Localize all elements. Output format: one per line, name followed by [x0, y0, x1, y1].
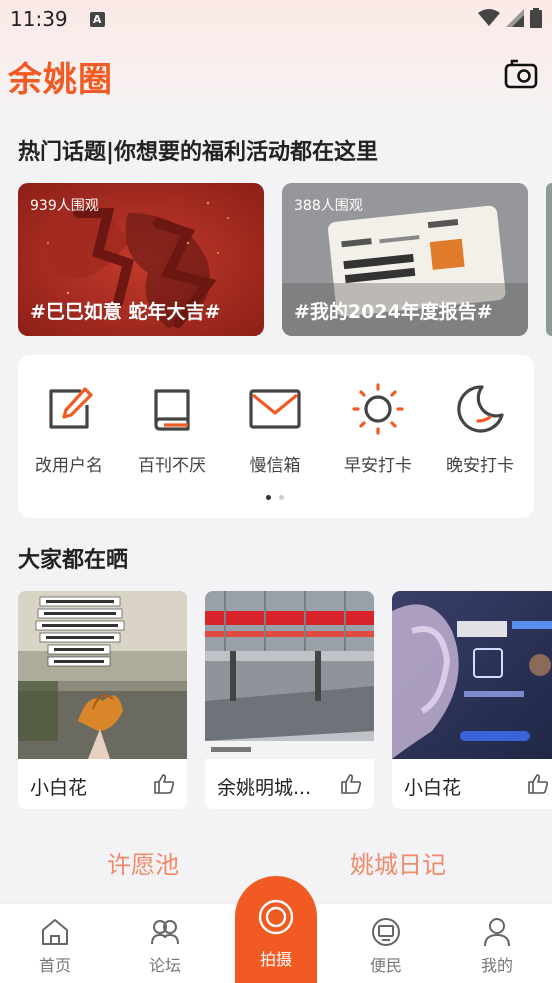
nav-services[interactable]: 便民 [346, 916, 426, 976]
quick-action-night-checkin[interactable]: 晚安打卡 [432, 381, 528, 476]
mail-icon [249, 389, 301, 429]
topic-views: 939人围观 [30, 198, 99, 214]
page-dot [279, 495, 284, 500]
share-card[interactable]: 余姚明城... [205, 591, 374, 809]
page-dot-active [266, 495, 271, 500]
share-author: 小白花 [404, 777, 462, 799]
thumbs-up-icon[interactable] [340, 773, 362, 795]
camera-shutter-icon [258, 899, 294, 935]
quick-action-label: 晚安打卡 [446, 456, 514, 476]
topics-title: 热门话题|你想要的福利活动都在这里 [18, 140, 379, 165]
nav-label: 我的 [480, 956, 513, 975]
wish-pool-heading[interactable]: 许愿池 [107, 845, 179, 880]
quick-actions-panel: 改用户名 百刊不厌 慢信箱 早安打卡 晚安打卡 [18, 355, 534, 518]
topic-card-peek[interactable] [546, 183, 552, 336]
topic-views: 388人围观 [294, 198, 363, 214]
share-author: 余姚明城... [217, 777, 312, 799]
app-title: 余姚圈 [8, 60, 113, 100]
topic-card[interactable]: 939人围观 #巳巳如意 蛇年大吉# [18, 183, 264, 336]
page-indicator [266, 495, 284, 500]
nav-home[interactable]: 首页 [15, 916, 95, 976]
thumbs-up-icon[interactable] [153, 773, 175, 795]
home-icon [42, 919, 68, 945]
quick-action-label: 改用户名 [35, 456, 103, 476]
share-image [18, 591, 187, 759]
topic-label: #我的2024年度报告# [294, 301, 493, 323]
status-bar: 11:39 A [0, 0, 552, 38]
signal-icon [506, 9, 524, 27]
wifi-icon [478, 9, 500, 26]
city-diary-heading[interactable]: 姚城日记 [350, 845, 446, 880]
camera-icon[interactable] [504, 58, 538, 90]
quick-action-label: 百刊不厌 [138, 456, 206, 476]
quick-action-label: 早安打卡 [344, 456, 412, 476]
nav-label: 便民 [369, 956, 402, 975]
quick-action-label: 慢信箱 [249, 456, 301, 476]
monitor-icon [372, 918, 400, 946]
moon-icon [457, 385, 504, 433]
nav-label: 论坛 [148, 956, 181, 975]
status-time: 11:39 [10, 7, 68, 31]
shoot-label: 拍摄 [259, 950, 292, 969]
shares-title: 大家都在晒 [18, 548, 129, 573]
forum-icon [151, 920, 179, 945]
user-icon [484, 918, 510, 947]
share-image [205, 591, 374, 759]
nav-forum[interactable]: 论坛 [125, 916, 205, 976]
notification-icon: A [89, 11, 105, 27]
sun-icon [352, 383, 404, 435]
share-card[interactable]: 小白花 [18, 591, 187, 809]
share-image [392, 591, 552, 759]
topic-label: #巳巳如意 蛇年大吉# [30, 301, 221, 323]
share-author: 小白花 [30, 777, 88, 799]
shoot-button[interactable]: 拍摄 [235, 876, 317, 983]
status-indicators [478, 8, 542, 28]
book-icon [154, 389, 190, 431]
quick-action-rename[interactable]: 改用户名 [21, 381, 117, 476]
thumbs-up-icon[interactable] [527, 773, 549, 795]
topic-card[interactable]: 388人围观 #我的2024年度报告# [282, 183, 528, 336]
nav-label: 首页 [38, 956, 71, 975]
edit-icon [49, 387, 93, 429]
battery-icon [530, 8, 542, 28]
nav-mine[interactable]: 我的 [457, 916, 537, 976]
quick-action-morning-checkin[interactable]: 早安打卡 [330, 381, 426, 476]
app-header: 余姚圈 [0, 50, 552, 100]
share-card[interactable]: 小白花 [392, 591, 552, 809]
quick-action-magazine[interactable]: 百刊不厌 [124, 381, 220, 476]
quick-action-mailbox[interactable]: 慢信箱 [227, 381, 323, 476]
